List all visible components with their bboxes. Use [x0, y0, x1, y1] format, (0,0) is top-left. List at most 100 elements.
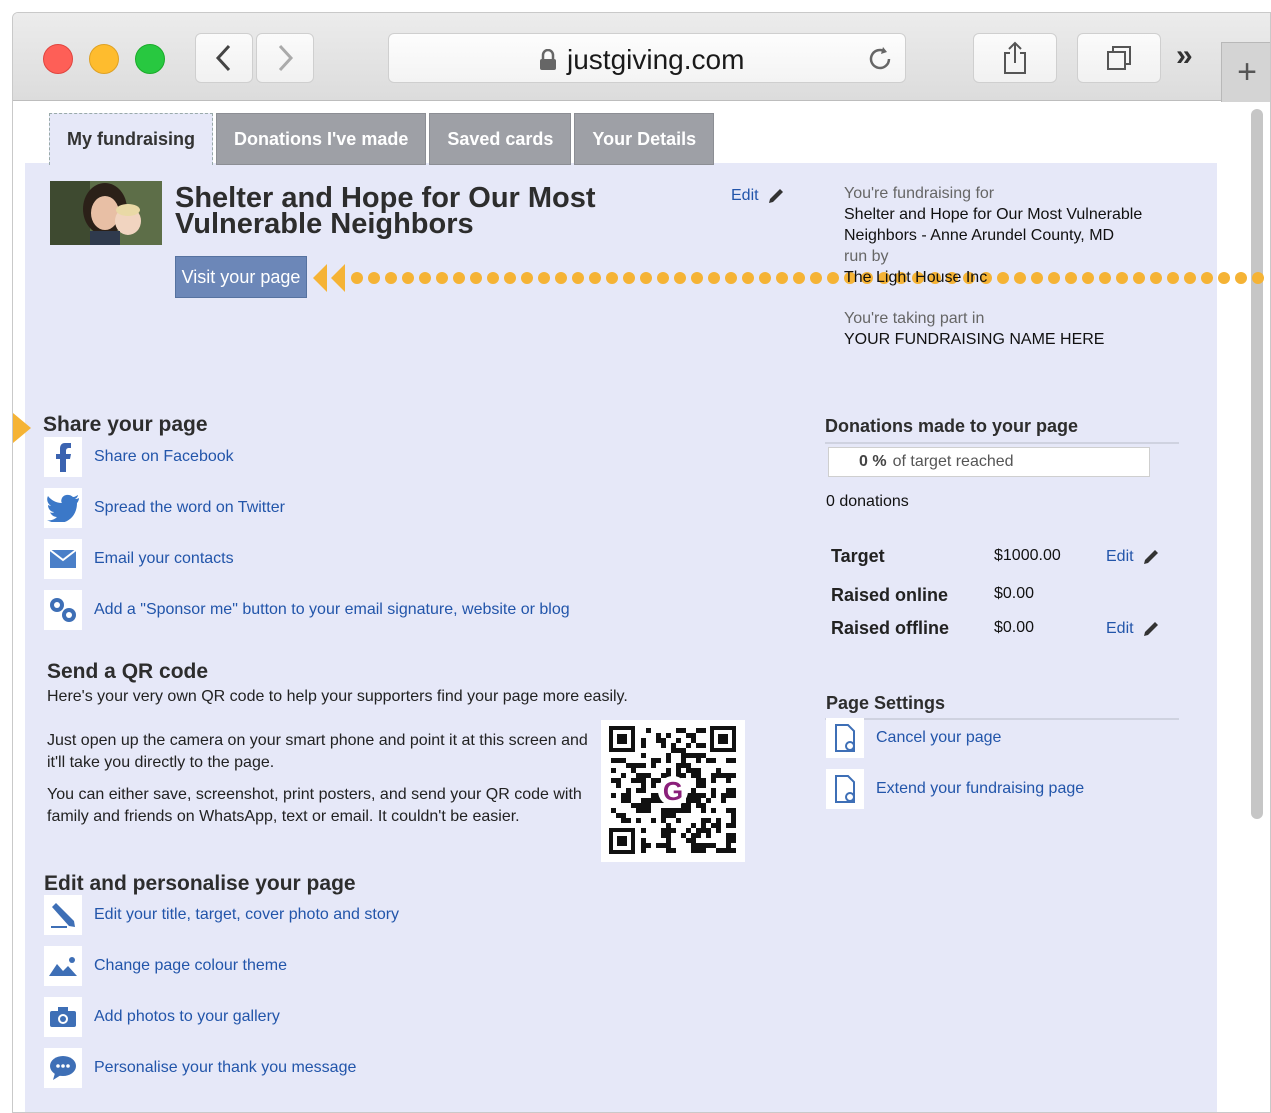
taking-part-heading: You're taking part in: [844, 310, 985, 327]
url-text: justgiving.com: [567, 44, 745, 75]
highlight-dot: [487, 272, 499, 284]
tab-donations-made[interactable]: Donations I've made: [216, 113, 427, 165]
event-name: YOUR FUNDRAISING NAME HERE: [844, 331, 1105, 348]
more-chevrons-icon[interactable]: »: [1176, 39, 1193, 73]
highlight-dot: [725, 272, 737, 284]
minimize-window-button[interactable]: [89, 44, 119, 74]
donations-divider: [825, 442, 1179, 444]
sponsor-button-label: Add a "Sponsor me" button to your email …: [94, 601, 570, 618]
fundraising-for-info: You're fundraising for Shelter and Hope …: [844, 183, 1204, 350]
highlight-dot: [470, 272, 482, 284]
highlight-dot: [793, 272, 805, 284]
highlight-dot: [504, 272, 516, 284]
image-icon: [44, 946, 82, 986]
fundraising-cause: Shelter and Hope for Our Most Vulnerable…: [844, 206, 1143, 244]
highlight-dot: [589, 272, 601, 284]
share-heading: Share your page: [43, 413, 208, 436]
share-facebook-link[interactable]: Share on Facebook: [44, 437, 234, 477]
tab-your-details[interactable]: Your Details: [574, 113, 715, 165]
edit-target-link[interactable]: Edit: [1106, 548, 1160, 566]
sponsor-button-link[interactable]: Add a "Sponsor me" button to your email …: [44, 590, 570, 630]
justgiving-logo-letter: G: [663, 776, 683, 806]
email-icon: [44, 539, 82, 579]
share-email-label: Email your contacts: [94, 550, 234, 567]
reload-icon[interactable]: [865, 44, 895, 74]
highlight-dot: [759, 272, 771, 284]
tabs-overview-button[interactable]: [1077, 33, 1161, 83]
tab-my-fundraising[interactable]: My fundraising: [49, 113, 214, 165]
pencil-icon: [44, 895, 82, 935]
new-tab-button[interactable]: +: [1221, 42, 1270, 102]
share-email-link[interactable]: Email your contacts: [44, 539, 234, 579]
thank-you-message-link[interactable]: Personalise your thank you message: [44, 1048, 356, 1088]
highlight-dot: [708, 272, 720, 284]
charity-name: The Light House Inc: [844, 269, 988, 286]
share-twitter-link[interactable]: Spread the word on Twitter: [44, 488, 285, 528]
gears-icon: [44, 590, 82, 630]
qr-paragraph-2: You can either save, screenshot, print p…: [47, 786, 582, 825]
twitter-icon: [44, 488, 82, 528]
highlight-dot: [572, 272, 584, 284]
raised-online-value: $0.00: [994, 585, 1035, 602]
progress-percent: 0 %: [859, 453, 887, 470]
qr-heading: Send a QR code: [47, 660, 209, 683]
highlight-dot: [606, 272, 618, 284]
share-button[interactable]: [973, 33, 1057, 83]
edit-offline-link[interactable]: Edit: [1106, 620, 1160, 638]
highlight-dot: [402, 272, 414, 284]
pencil-icon: [1143, 550, 1158, 564]
zoom-window-button[interactable]: [135, 44, 165, 74]
highlight-dot: [674, 272, 686, 284]
page-scrollbar[interactable]: [1251, 109, 1263, 819]
cover-photo: [50, 181, 162, 245]
qr-code[interactable]: G: [601, 720, 745, 862]
edit-title-link[interactable]: Edit: [731, 187, 785, 205]
highlight-dot: [827, 272, 839, 284]
forward-button[interactable]: [256, 33, 314, 83]
add-photos-link[interactable]: Add photos to your gallery: [44, 997, 280, 1037]
highlight-dot: [385, 272, 397, 284]
browser-toolbar: justgiving.com » +: [13, 13, 1270, 102]
donations-count: 0 donations: [826, 493, 909, 510]
highlight-dot: [436, 272, 448, 284]
camera-icon: [44, 997, 82, 1037]
new-tab-icon: +: [1237, 53, 1257, 91]
share-icon: [1004, 41, 1026, 74]
close-window-button[interactable]: [43, 44, 73, 74]
extend-page-label: Extend your fundraising page: [876, 780, 1085, 797]
highlight-dot: [368, 272, 380, 284]
raised-offline-label: Raised offline: [831, 618, 950, 638]
progress-label: of target reached: [892, 453, 1014, 470]
extend-page-link[interactable]: Extend your fundraising page: [826, 769, 1084, 809]
highlight-dot: [555, 272, 567, 284]
personalise-heading: Edit and personalise your page: [44, 872, 356, 895]
colour-theme-label: Change page colour theme: [94, 957, 288, 974]
highlight-dot: [538, 272, 550, 284]
colour-theme-link[interactable]: Change page colour theme: [44, 946, 287, 986]
qr-paragraph-1: Just open up the camera on your smart ph…: [47, 732, 588, 771]
back-button[interactable]: [195, 33, 253, 83]
highlight-dot: [742, 272, 754, 284]
document-icon: [826, 718, 864, 758]
visit-page-button[interactable]: Visit your page: [175, 256, 307, 298]
tab-saved-cards[interactable]: Saved cards: [429, 113, 572, 165]
share-twitter-label: Spread the word on Twitter: [94, 499, 285, 516]
pencil-icon: [768, 189, 783, 203]
highlight-dot: [810, 272, 822, 284]
raised-online-label: Raised online: [831, 585, 949, 605]
edit-label: Edit: [731, 187, 759, 204]
edit-label: Edit: [1106, 620, 1134, 637]
lock-icon: [540, 49, 556, 70]
highlight-dot: [1252, 272, 1264, 284]
highlight-dot: [623, 272, 635, 284]
edit-story-label: Edit your title, target, cover photo and…: [94, 906, 400, 923]
pencil-icon: [1143, 622, 1158, 636]
edit-story-link[interactable]: Edit your title, target, cover photo and…: [44, 895, 399, 935]
cancel-page-link[interactable]: Cancel your page: [826, 718, 1001, 758]
highlight-dot: [453, 272, 465, 284]
address-bar[interactable]: justgiving.com: [388, 33, 906, 83]
qr-intro: Here's your very own QR code to help you…: [47, 688, 628, 705]
page-title: Shelter and Hope for Our Most Vulnerable…: [175, 182, 596, 240]
run-by-label: run by: [844, 248, 889, 265]
chat-bubble-icon: [44, 1048, 82, 1088]
